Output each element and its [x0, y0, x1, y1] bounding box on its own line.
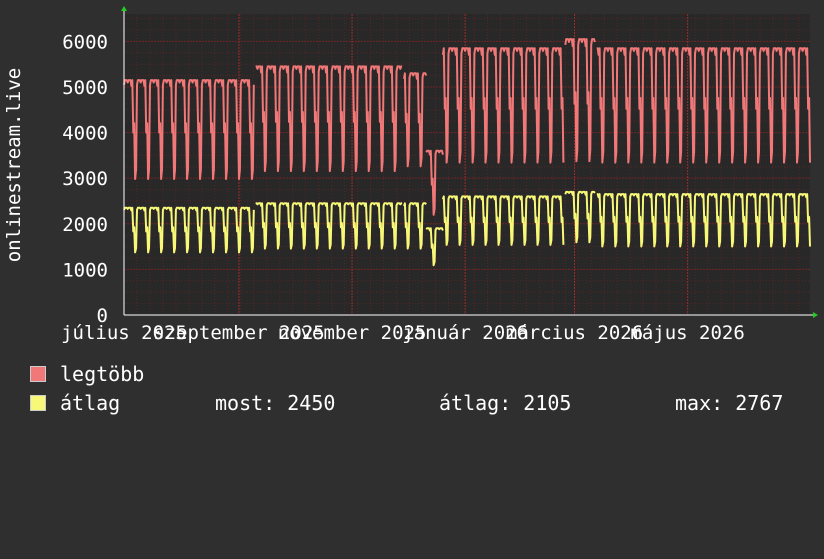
y-tick-label: 5000 [62, 77, 108, 99]
stat-average: átlag: 2105 [439, 391, 572, 415]
legend-label-max: legtöbb [60, 362, 145, 386]
legend: legtöbb átlag most: 2450 átlag: 2105 max… [30, 362, 810, 422]
y-tick-label: 1000 [62, 259, 108, 281]
legend-swatch-max [30, 366, 46, 382]
y-tick-label: 2000 [62, 214, 108, 236]
y-tick-label: 3000 [62, 168, 108, 190]
y-tick-label: 4000 [62, 123, 108, 145]
stat-max: max: 2767 [675, 391, 784, 415]
y-axis-label: onlinestream.live [3, 68, 25, 262]
x-tick-label: május 2026 [630, 322, 744, 344]
y-axis-arrow [121, 6, 127, 11]
x-axis-arrow [813, 312, 818, 318]
stat-now: most: 2450 [215, 391, 336, 415]
chart: 0100020003000400050006000július 2025szep… [3, 6, 818, 344]
legend-label-avg: átlag [60, 391, 121, 415]
legend-swatch-avg [30, 395, 46, 411]
x-tick-label: március 2026 [506, 322, 643, 344]
y-tick-label: 6000 [62, 31, 108, 53]
legend-row-avg: átlag most: 2450 átlag: 2105 max: 2767 [30, 391, 810, 415]
legend-row-max: legtöbb [30, 362, 810, 386]
